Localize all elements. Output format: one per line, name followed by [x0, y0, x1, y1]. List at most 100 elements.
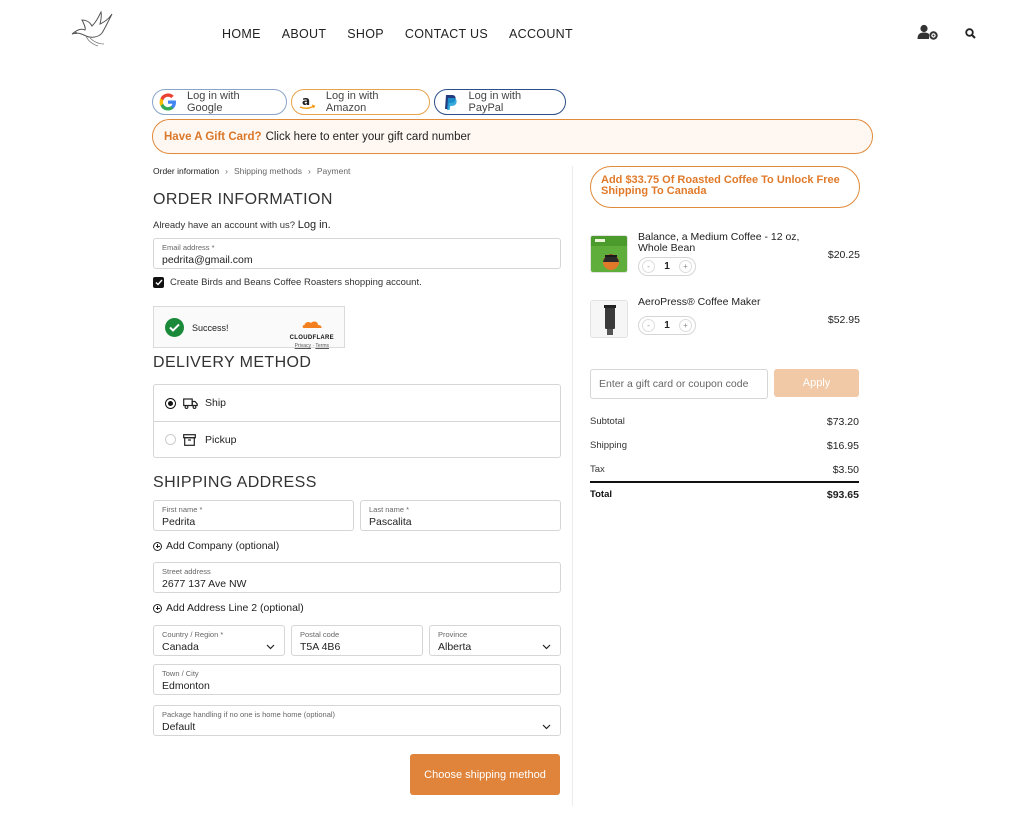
login-amazon-label: Log in with Amazon	[325, 90, 379, 114]
province-select[interactable]: Province Alberta	[429, 625, 561, 656]
add-address-line2-link[interactable]: Add Address Line 2 (optional)	[153, 602, 304, 614]
plus-circle-icon	[153, 541, 162, 551]
subtotal-label: Subtotal	[590, 416, 625, 427]
search-icon[interactable]	[965, 26, 976, 44]
nav-about[interactable]: ABOUT	[282, 27, 327, 41]
street-address-field[interactable]: Street address 2677 137 Ave NW	[153, 562, 561, 593]
increment-button[interactable]: +	[679, 319, 692, 332]
delivery-options: Ship Pickup	[153, 384, 561, 458]
delivery-option-ship[interactable]: Ship	[154, 385, 560, 421]
ship-radio[interactable]	[165, 397, 176, 409]
bird-logo-icon	[71, 10, 113, 47]
quantity-stepper: - 1 +	[638, 257, 696, 276]
nav-account[interactable]: ACCOUNT	[509, 27, 573, 41]
account-settings-icon[interactable]	[917, 24, 939, 45]
last-name-field[interactable]: Last name * Pascalita	[360, 500, 561, 531]
delivery-option-pickup[interactable]: Pickup	[154, 421, 560, 457]
breadcrumb-shipping: Shipping methods	[233, 166, 303, 176]
create-account-checkbox[interactable]	[153, 277, 164, 288]
column-divider	[572, 166, 573, 806]
google-icon	[157, 91, 179, 113]
email-label: Email address *	[162, 243, 215, 252]
city-field[interactable]: Town / City Edmonton	[153, 664, 561, 695]
shipping-label: Shipping	[590, 440, 627, 451]
cart-item-price: $52.95	[827, 314, 860, 326]
header-actions	[917, 24, 976, 45]
postal-value: T5A 4B6	[300, 641, 341, 653]
free-shipping-banner: Add $33.75 Of Roasted Coffee To Unlock F…	[590, 166, 860, 208]
ship-label: Ship	[205, 397, 227, 409]
total-row: Total $93.65	[590, 489, 859, 501]
country-label: Country / Region *	[162, 630, 224, 639]
express-login-row: Log in with Google a Log in with Amazon …	[152, 89, 566, 115]
coffee-bag-thumbnail	[590, 235, 628, 273]
captcha-widget[interactable]: Success! CLOUDFLARE Privacy · Terms	[153, 306, 345, 349]
account-prompt: Already have an account with us? Log in.	[153, 219, 331, 231]
tax-label: Tax	[590, 464, 605, 475]
street-label: Street address	[162, 567, 211, 576]
chevron-right-icon: ›	[225, 166, 228, 176]
apply-coupon-button[interactable]: Apply	[774, 369, 859, 397]
summary-divider	[590, 481, 859, 483]
country-select[interactable]: Country / Region * Canada	[153, 625, 285, 656]
last-name-label: Last name *	[369, 505, 410, 514]
captcha-links: Privacy · Terms	[290, 343, 334, 349]
package-handling-select[interactable]: Package handling if no one is home home …	[153, 705, 561, 736]
login-paypal-button[interactable]: Log in with PayPal	[434, 89, 566, 115]
create-account-label: Create Birds and Beans Coffee Roasters s…	[170, 277, 422, 288]
cart-item-name: Balance, a Medium Coffee - 12 oz, Whole …	[638, 231, 800, 254]
captcha-link-separator: ·	[312, 343, 315, 349]
delivery-heading: DELIVERY METHOD	[153, 354, 312, 371]
add-company-label: Add Company (optional)	[166, 540, 280, 552]
add-company-link[interactable]: Add Company (optional)	[153, 540, 279, 552]
total-value: $93.65	[826, 489, 859, 501]
increment-button[interactable]: +	[679, 260, 692, 273]
captcha-terms-link[interactable]: Terms	[315, 343, 329, 349]
last-name-value: Pascalita	[369, 516, 412, 528]
postal-code-field[interactable]: Postal code T5A 4B6	[291, 625, 423, 656]
email-value: pedrita@gmail.com	[162, 254, 253, 266]
nav-contact[interactable]: CONTACT US	[405, 27, 488, 41]
add-line2-label: Add Address Line 2 (optional)	[166, 602, 304, 614]
login-amazon-button[interactable]: a Log in with Amazon	[291, 89, 430, 115]
subtotal-row: Subtotal $73.20	[590, 416, 859, 428]
cart-item: Balance, a Medium Coffee - 12 oz, Whole …	[590, 231, 860, 281]
street-value: 2677 137 Ave NW	[162, 578, 247, 590]
first-name-field[interactable]: First name * Pedrita	[153, 500, 354, 531]
decrement-button[interactable]: -	[642, 260, 655, 273]
truck-icon	[183, 396, 199, 410]
pickup-radio[interactable]	[165, 434, 176, 445]
coupon-input[interactable]	[590, 369, 768, 399]
gift-card-text: Click here to enter your gift card numbe…	[265, 130, 471, 143]
email-field[interactable]: Email address * pedrita@gmail.com	[153, 238, 561, 269]
check-circle-icon	[165, 318, 184, 337]
decrement-button[interactable]: -	[642, 319, 655, 332]
postal-label: Postal code	[300, 630, 340, 639]
quantity-value: 1	[664, 261, 670, 272]
breadcrumb: Order information › Shipping methods › P…	[153, 166, 350, 176]
shipping-row: Shipping $16.95	[590, 440, 859, 452]
login-link[interactable]: Log in.	[298, 219, 331, 231]
create-account-row[interactable]: Create Birds and Beans Coffee Roasters s…	[153, 277, 422, 288]
province-value: Alberta	[438, 641, 472, 653]
quantity-value: 1	[664, 320, 670, 331]
gift-card-highlight: Have A Gift Card?	[164, 130, 262, 143]
cart-item-name: AeroPress® Coffee Maker	[638, 296, 761, 308]
choose-shipping-method-button[interactable]: Choose shipping method	[410, 754, 560, 795]
total-label: Total	[590, 489, 612, 500]
city-value: Edmonton	[162, 680, 210, 692]
province-label: Province	[438, 630, 468, 639]
gift-card-bar[interactable]: Have A Gift Card? Click here to enter yo…	[152, 119, 873, 154]
cloudflare-brand: CLOUDFLARE Privacy · Terms	[290, 316, 334, 349]
site-logo[interactable]	[68, 8, 114, 50]
pickup-label: Pickup	[205, 433, 237, 446]
tax-row: Tax $3.50	[590, 464, 859, 476]
country-value: Canada	[162, 641, 199, 653]
nav-shop[interactable]: SHOP	[347, 27, 384, 41]
nav-home[interactable]: HOME	[222, 27, 261, 41]
chevron-down-icon	[542, 637, 551, 655]
cart-item: AeroPress® Coffee Maker - 1 + $52.95	[590, 296, 860, 346]
login-google-button[interactable]: Log in with Google	[152, 89, 287, 115]
captcha-privacy-link[interactable]: Privacy	[295, 343, 311, 349]
subtotal-value: $73.20	[826, 416, 859, 428]
